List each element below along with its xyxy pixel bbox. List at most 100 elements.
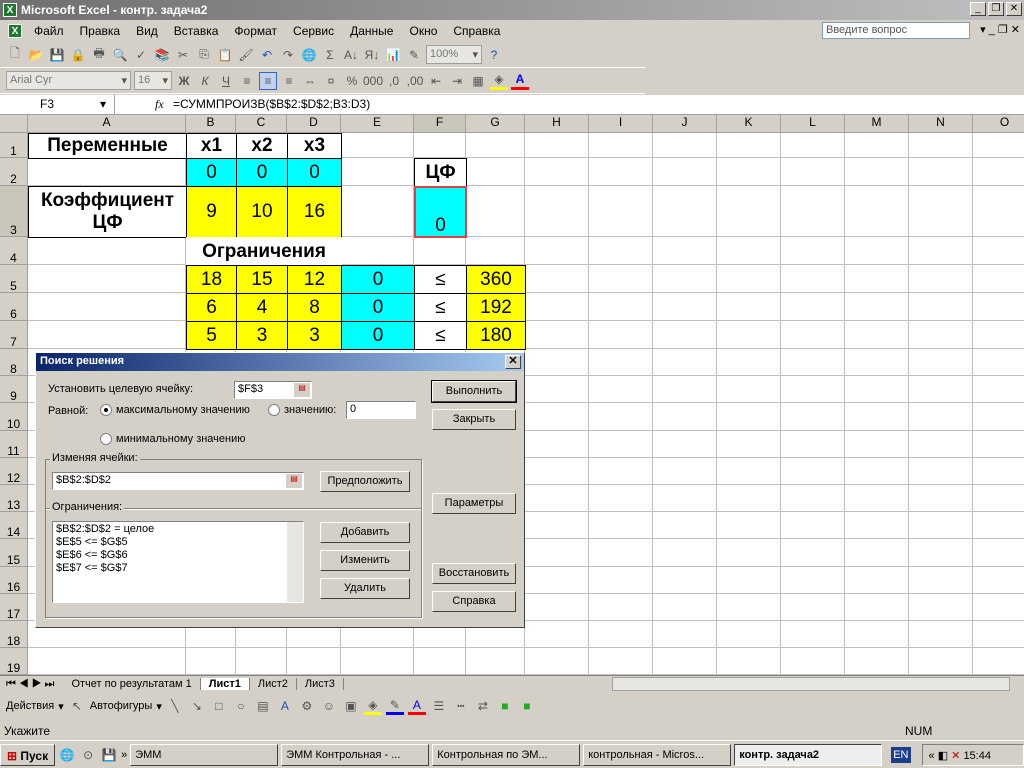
cell-G6[interactable]: 192: [466, 293, 526, 322]
row-header-16[interactable]: 16: [0, 566, 28, 594]
grid-cell[interactable]: [845, 265, 909, 293]
line-style-icon[interactable]: ☰: [430, 697, 448, 715]
grid-cell[interactable]: [909, 512, 973, 540]
grid-cell[interactable]: [909, 648, 973, 675]
radio-value[interactable]: значению:: [268, 404, 336, 417]
cell-D1[interactable]: x3: [287, 133, 342, 159]
grid-cell[interactable]: [717, 293, 781, 321]
cell-F3[interactable]: 0: [414, 186, 467, 238]
grid-cell[interactable]: [845, 293, 909, 321]
grid-cell[interactable]: [845, 621, 909, 649]
cell-B4[interactable]: Ограничения: [186, 237, 342, 266]
select-all-corner[interactable]: [0, 115, 28, 133]
zoom-select[interactable]: 100%: [426, 45, 482, 64]
clipart-icon[interactable]: ☺: [320, 697, 338, 715]
cell-E6[interactable]: 0: [341, 293, 415, 322]
row-header-7[interactable]: 7: [0, 321, 28, 349]
research-icon[interactable]: 📚: [153, 46, 171, 64]
grid-cell[interactable]: [341, 186, 414, 237]
cell-D3[interactable]: 16: [287, 186, 342, 238]
grid-cell[interactable]: [973, 321, 1024, 349]
grid-cell[interactable]: [781, 485, 845, 513]
reset-button[interactable]: Восстановить: [432, 563, 516, 584]
font-select[interactable]: Arial Cyr: [6, 71, 131, 90]
row-header-10[interactable]: 10: [0, 403, 28, 431]
grid-cell[interactable]: [973, 265, 1024, 293]
grid-cell[interactable]: [653, 403, 717, 431]
sheet-tab[interactable]: Лист1: [200, 678, 250, 690]
taskbar-item[interactable]: контр. задача2: [734, 743, 883, 766]
collapse-dialog-icon[interactable]: ▤: [294, 383, 310, 397]
tray-icon[interactable]: ◧: [938, 750, 948, 762]
autoshapes-menu[interactable]: Автофигуры: [90, 700, 153, 712]
row-header-18[interactable]: 18: [0, 621, 28, 649]
grid-cell[interactable]: [589, 293, 653, 321]
grid-cell[interactable]: [525, 133, 589, 158]
grid-cell[interactable]: [466, 237, 525, 265]
row-header-13[interactable]: 13: [0, 485, 28, 513]
italic-icon[interactable]: К: [196, 72, 214, 90]
grid-cell[interactable]: [781, 237, 845, 265]
grid-cell[interactable]: [845, 349, 909, 377]
cut-icon[interactable]: ✂: [174, 46, 192, 64]
grid-cell[interactable]: [589, 457, 653, 485]
grid-cell[interactable]: [589, 566, 653, 594]
grid-cell[interactable]: [845, 485, 909, 513]
taskbar-item[interactable]: ЭММ: [130, 743, 279, 766]
open-icon[interactable]: 📂: [27, 46, 45, 64]
grid-cell[interactable]: [781, 512, 845, 540]
copy-icon[interactable]: ⎘: [195, 46, 213, 64]
grid-cell[interactable]: [653, 293, 717, 321]
picture-icon[interactable]: ▣: [342, 697, 360, 715]
add-button[interactable]: Добавить: [320, 522, 410, 543]
grid-cell[interactable]: [909, 457, 973, 485]
grid-cell[interactable]: [653, 321, 717, 349]
grid-cell[interactable]: [717, 403, 781, 431]
grid-cell[interactable]: [28, 293, 186, 321]
grid-cell[interactable]: [909, 566, 973, 594]
fill-color-icon[interactable]: ◈: [490, 72, 508, 90]
quicklaunch-opera-icon[interactable]: ⊙: [79, 746, 97, 764]
row-header-8[interactable]: 8: [0, 349, 28, 377]
column-header-E[interactable]: E: [341, 115, 414, 133]
dialog-close-button[interactable]: ✕: [505, 355, 521, 369]
constraint-item[interactable]: $E$6 <= $G$6: [56, 549, 300, 562]
grid-cell[interactable]: [781, 566, 845, 594]
menu-item[interactable]: Сервис: [285, 24, 342, 38]
column-header-A[interactable]: A: [28, 115, 186, 133]
grid-cell[interactable]: [28, 648, 186, 675]
menu-item[interactable]: Правка: [72, 24, 129, 38]
grid-cell[interactable]: [525, 349, 589, 377]
grid-cell[interactable]: [589, 648, 653, 675]
grid-cell[interactable]: [973, 594, 1024, 621]
grid-cell[interactable]: [466, 186, 525, 237]
grid-cell[interactable]: [589, 485, 653, 513]
grid-cell[interactable]: [973, 512, 1024, 540]
grid-cell[interactable]: [973, 158, 1024, 186]
grid-cell[interactable]: [973, 237, 1024, 265]
grid-cell[interactable]: [341, 158, 414, 186]
sheet-nav-arrows[interactable]: ⏮◀▶⏭: [0, 678, 63, 691]
decrease-indent-icon[interactable]: ⇤: [427, 72, 445, 90]
cell-C5[interactable]: 15: [236, 265, 288, 294]
paste-icon[interactable]: 📋: [216, 46, 234, 64]
value-input[interactable]: 0: [346, 401, 416, 419]
fx-icon[interactable]: fx: [155, 97, 164, 112]
redo-icon[interactable]: ↷: [279, 46, 297, 64]
grid-cell[interactable]: [909, 621, 973, 649]
grid-cell[interactable]: [909, 237, 973, 265]
dash-style-icon[interactable]: ┅: [452, 697, 470, 715]
increase-indent-icon[interactable]: ⇥: [448, 72, 466, 90]
row-header-14[interactable]: 14: [0, 512, 28, 540]
grid-cell[interactable]: [781, 621, 845, 649]
grid-cell[interactable]: [589, 512, 653, 540]
3d-icon[interactable]: ■: [518, 697, 536, 715]
cell-F6[interactable]: ≤: [414, 293, 467, 322]
grid-cell[interactable]: [653, 237, 717, 265]
grid-cell[interactable]: [28, 265, 186, 293]
cell-B5[interactable]: 18: [186, 265, 237, 294]
grid-cell[interactable]: [653, 512, 717, 540]
grid-cell[interactable]: [781, 648, 845, 675]
grid-cell[interactable]: [973, 133, 1024, 158]
grid-cell[interactable]: [653, 186, 717, 237]
